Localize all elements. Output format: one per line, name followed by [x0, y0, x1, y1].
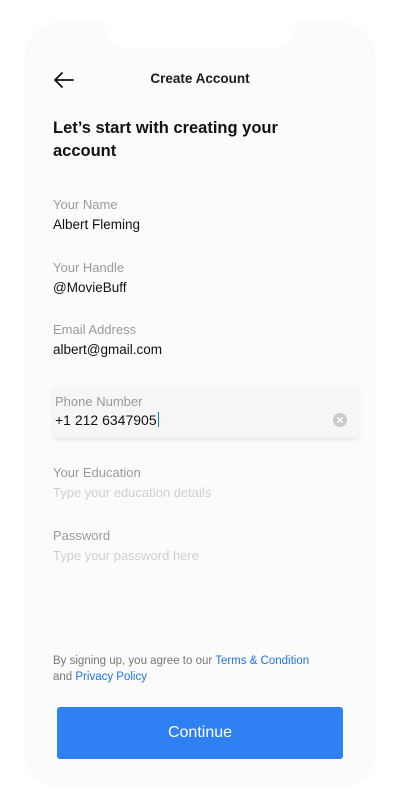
terms-prefix: By signing up, you agree to our — [53, 655, 216, 667]
name-label: Your Name — [53, 197, 118, 212]
phone-notch — [105, 22, 295, 48]
phone-label: Phone Number — [55, 394, 143, 409]
clear-button[interactable] — [333, 413, 347, 427]
clear-circle-icon — [336, 416, 344, 424]
password-input[interactable]: Type your password here — [53, 548, 359, 564]
education-label: Your Education — [53, 465, 141, 480]
education-input[interactable]: Type your education details — [53, 485, 359, 501]
page-title: Create Account — [150, 71, 250, 86]
terms-conjunction: and — [53, 671, 76, 683]
handle-value[interactable]: @MovieBuff — [53, 280, 359, 296]
phone-value: +1 212 6347905 — [55, 412, 157, 428]
phone-field[interactable]: Phone Number +1 212 6347905 — [53, 386, 359, 438]
name-field[interactable]: Your Name Albert Fleming — [53, 197, 359, 233]
email-label: Email Address — [53, 322, 137, 337]
privacy-link[interactable]: Privacy Policy — [75, 671, 147, 683]
password-label: Password — [53, 528, 111, 543]
password-field[interactable]: Password Type your password here — [53, 528, 359, 564]
terms-link[interactable]: Terms & Condition — [215, 655, 309, 667]
education-field[interactable]: Your Education Type your education detai… — [53, 465, 359, 501]
name-value[interactable]: Albert Fleming — [53, 217, 359, 233]
form-heading: Let’s start with creating your account — [53, 119, 278, 160]
handle-field[interactable]: Your Handle @MovieBuff — [53, 260, 359, 296]
text-cursor — [157, 412, 159, 427]
continue-button[interactable]: Continue — [57, 707, 343, 759]
email-value[interactable]: albert@gmail.com — [53, 342, 359, 358]
email-field[interactable]: Email Address albert@gmail.com — [53, 322, 359, 358]
phone-input[interactable]: +1 212 6347905 — [55, 412, 159, 428]
terms-text: By signing up, you agree to our Terms & … — [53, 653, 313, 685]
handle-label: Your Handle — [53, 260, 125, 275]
